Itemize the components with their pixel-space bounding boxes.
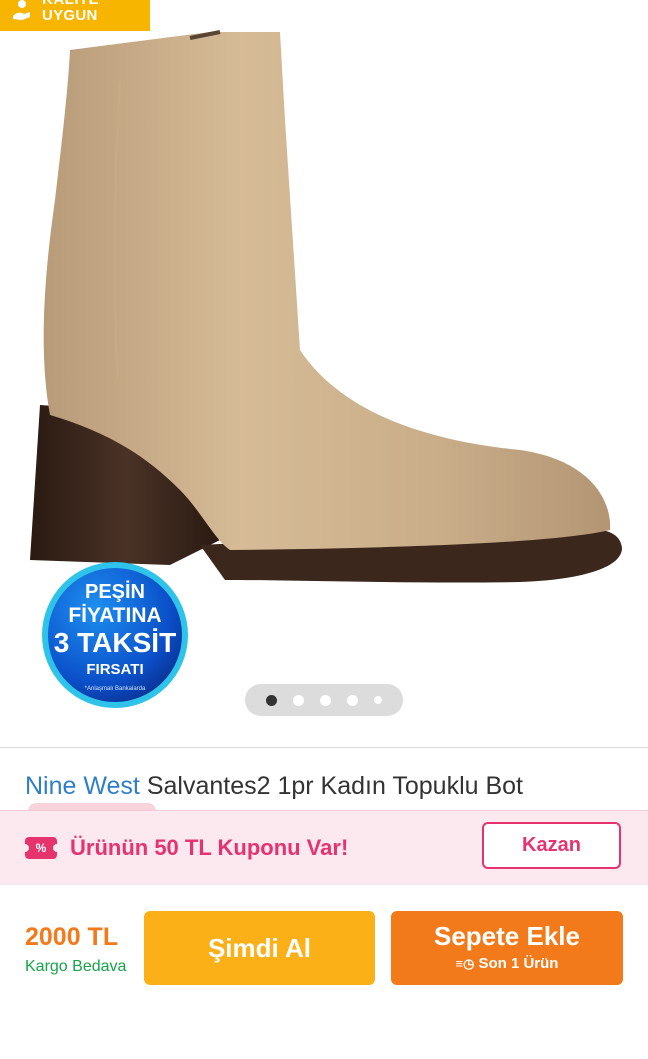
stock-note: ≡◷ Son 1 Ürün bbox=[391, 955, 623, 972]
buy-now-button[interactable]: Şimdi Al bbox=[144, 911, 375, 985]
hand-coin-icon bbox=[13, 0, 30, 20]
product-image-gallery[interactable]: KALİTE UYGUN PEŞİN FİYATINA 3 TAKSİT FIR… bbox=[0, 0, 648, 748]
price: 2000 TL bbox=[25, 923, 119, 951]
brand-link[interactable]: Nine West bbox=[25, 772, 140, 800]
coupon-banner: % Ürünün 50 TL Kuponu Var! Kazan bbox=[0, 810, 648, 886]
promo-footnote: *Anlaşmalı Bankalarda bbox=[85, 686, 146, 692]
carousel-dot[interactable] bbox=[266, 694, 277, 706]
product-image bbox=[30, 30, 622, 583]
add-to-cart-label: Sepete Ekle bbox=[434, 921, 580, 951]
coupon-icon: % bbox=[21, 837, 61, 859]
add-to-cart-button[interactable]: Sepete Ekle ≡◷ Son 1 Ürün bbox=[391, 911, 623, 985]
promo-line1: PEŞİN bbox=[85, 580, 145, 603]
carousel-dot[interactable] bbox=[347, 694, 358, 706]
free-shipping-label: Kargo Bedava bbox=[25, 958, 127, 975]
badge-line2: UYGUN bbox=[42, 7, 98, 24]
divider bbox=[0, 747, 648, 748]
carousel-dot[interactable] bbox=[374, 696, 382, 704]
product-name: Salvantes2 1pr Kadın Topuklu Bot bbox=[146, 772, 523, 800]
carousel-dot[interactable] bbox=[293, 694, 304, 706]
promo-line4: FIRSATI bbox=[86, 661, 143, 678]
quality-badge: KALİTE UYGUN bbox=[0, 0, 150, 31]
carousel-indicator[interactable] bbox=[245, 684, 403, 716]
coupon-text: Ürünün 50 TL Kuponu Var! bbox=[70, 835, 349, 860]
claim-coupon-button[interactable]: Kazan bbox=[482, 822, 621, 869]
installment-promo-badge: PEŞİN FİYATINA 3 TAKSİT FIRSATI *Anlaşma… bbox=[42, 562, 188, 708]
checkout-bar: 2000 TL Kargo Bedava Şimdi Al Sepete Ekl… bbox=[0, 885, 648, 1059]
clock-icon: ≡◷ bbox=[455, 956, 475, 971]
stock-note-text: Son 1 Ürün bbox=[478, 955, 559, 972]
carousel-dot[interactable] bbox=[320, 694, 331, 706]
promo-line3: 3 TAKSİT bbox=[54, 627, 176, 658]
product-title: Nine West Salvantes2 1pr Kadın Topuklu B… bbox=[25, 772, 523, 801]
promo-line2: FİYATINA bbox=[68, 604, 161, 627]
